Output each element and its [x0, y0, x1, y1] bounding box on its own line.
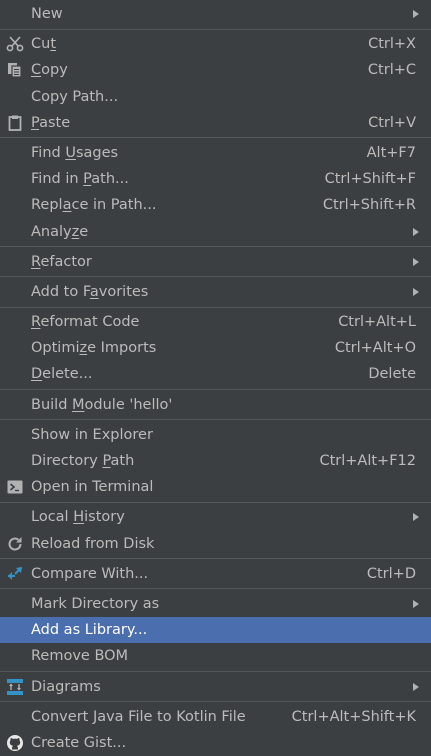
menu-separator [0, 701, 431, 703]
menu-item-reformat-code[interactable]: Reformat Code Ctrl+Alt+L [0, 309, 431, 335]
menu-item-delete[interactable]: Delete... Delete [0, 361, 431, 387]
menu-item-add-to-favorites[interactable]: Add to Favorites [0, 279, 431, 305]
menu-separator [0, 501, 431, 503]
terminal-icon [6, 478, 24, 496]
menu-item-build-module[interactable]: Build Module 'hello' [0, 392, 431, 418]
menu-item-label: Directory Path [31, 453, 135, 469]
menu-item-label: Find in Path... [31, 171, 129, 188]
menu-separator [0, 28, 431, 30]
menu-item-cut[interactable]: Cut Ctrl+X [0, 31, 431, 57]
menu-item-label: Add as Library... [31, 622, 148, 639]
menu-item-label: Open in Terminal [31, 479, 154, 496]
menu-item-shortcut: Ctrl+D [366, 565, 416, 582]
clipboard-icon [6, 114, 24, 132]
menu-item-find-usages[interactable]: Find Usages Alt+F7 [0, 140, 431, 166]
menu-item-label: Reload from Disk [31, 535, 155, 552]
menu-item-replace-in-path[interactable]: Replace in Path... Ctrl+Shift+R [0, 192, 431, 218]
submenu-arrow-icon [413, 599, 419, 608]
github-icon [6, 734, 24, 752]
menu-item-label: Reformat Code [31, 314, 140, 331]
menu-item-shortcut: Ctrl+V [368, 114, 416, 131]
menu-item-diagrams[interactable]: Diagrams [0, 674, 431, 700]
menu-separator [0, 671, 431, 672]
menu-item-show-in-explorer[interactable]: Show in Explorer [0, 422, 431, 448]
menu-separator [0, 246, 431, 248]
menu-item-reload-from-disk[interactable]: Reload from Disk [0, 531, 431, 557]
menu-item-label: Copy [31, 62, 68, 79]
menu-item-shortcut: Alt+F7 [366, 144, 416, 161]
submenu-arrow-icon [413, 257, 419, 266]
menu-item-shortcut: Ctrl+Alt+O [334, 340, 416, 357]
menu-item-label: Add to Favorites [31, 283, 149, 300]
copy-icon [6, 61, 24, 79]
diagram-icon [6, 678, 24, 696]
submenu-arrow-icon [413, 287, 419, 296]
menu-item-copy-path[interactable]: Copy Path... [0, 84, 431, 110]
menu-item-directory-path[interactable]: Directory Path Ctrl+Alt+F12 [0, 448, 431, 474]
menu-separator [0, 306, 431, 308]
menu-separator [0, 588, 431, 590]
menu-item-label: Convert Java File to Kotlin File [31, 708, 246, 725]
menu-item-find-in-path[interactable]: Find in Path... Ctrl+Shift+F [0, 166, 431, 192]
menu-item-label: Mark Directory as [31, 595, 160, 612]
context-menu: New Cut Ctrl+X Copy Ctrl+C Copy Path... … [0, 0, 431, 756]
menu-item-add-as-library[interactable]: Add as Library... [0, 617, 431, 644]
submenu-arrow-icon [413, 513, 419, 522]
menu-separator [0, 137, 431, 139]
menu-item-label: Optimize Imports [31, 340, 157, 357]
menu-separator [0, 558, 431, 560]
menu-item-shortcut: Ctrl+Alt+Shift+K [291, 708, 416, 725]
menu-item-shortcut: Ctrl+Shift+R [322, 197, 416, 214]
menu-item-optimize-imports[interactable]: Optimize Imports Ctrl+Alt+O [0, 335, 431, 361]
menu-item-compare-with[interactable]: Compare With... Ctrl+D [0, 561, 431, 587]
menu-item-paste[interactable]: Paste Ctrl+V [0, 110, 431, 136]
menu-item-label: Cut [31, 36, 57, 53]
menu-item-label: Build Module 'hello' [31, 396, 173, 413]
submenu-arrow-icon [413, 682, 419, 691]
menu-item-label: New [31, 6, 63, 22]
menu-item-local-history[interactable]: Local History [0, 504, 431, 530]
menu-item-label: Create Gist... [31, 734, 127, 751]
menu-item-label: Compare With... [31, 565, 149, 582]
menu-separator [0, 389, 431, 391]
menu-item-shortcut: Ctrl+C [367, 62, 416, 79]
menu-item-new[interactable]: New [0, 1, 431, 27]
menu-item-open-in-terminal[interactable]: Open in Terminal [0, 474, 431, 500]
submenu-arrow-icon [413, 227, 419, 236]
menu-item-shortcut: Ctrl+Alt+L [338, 314, 416, 331]
menu-item-shortcut: Ctrl+X [368, 36, 416, 53]
menu-item-convert-java-to-kotlin[interactable]: Convert Java File to Kotlin File Ctrl+Al… [0, 704, 431, 730]
menu-item-label: Delete... [31, 366, 93, 383]
menu-item-remove-bom[interactable]: Remove BOM [0, 643, 431, 669]
menu-separator [0, 419, 431, 421]
compare-arrows-icon [6, 565, 24, 583]
menu-item-label: Copy Path... [31, 88, 119, 105]
menu-item-refactor[interactable]: Refactor [0, 249, 431, 275]
reload-icon [6, 535, 24, 553]
menu-item-label: Local History [31, 509, 125, 526]
menu-item-label: Diagrams [31, 678, 101, 695]
menu-separator [0, 276, 431, 278]
menu-item-label: Paste [31, 114, 71, 131]
menu-item-analyze[interactable]: Analyze [0, 219, 431, 245]
menu-item-shortcut: Ctrl+Alt+F12 [319, 453, 416, 469]
menu-item-shortcut: Delete [368, 366, 416, 383]
submenu-arrow-icon [413, 10, 419, 18]
menu-item-mark-directory-as[interactable]: Mark Directory as [0, 591, 431, 617]
scissors-icon [6, 35, 24, 53]
menu-item-label: Replace in Path... [31, 197, 157, 214]
menu-item-label: Remove BOM [31, 648, 129, 665]
menu-item-label: Find Usages [31, 144, 119, 161]
menu-item-label: Analyze [31, 223, 89, 240]
menu-item-copy[interactable]: Copy Ctrl+C [0, 57, 431, 83]
menu-item-shortcut: Ctrl+Shift+F [324, 171, 416, 188]
menu-item-create-gist[interactable]: Create Gist... [0, 730, 431, 756]
menu-item-label: Refactor [31, 253, 92, 270]
menu-item-label: Show in Explorer [31, 426, 153, 443]
